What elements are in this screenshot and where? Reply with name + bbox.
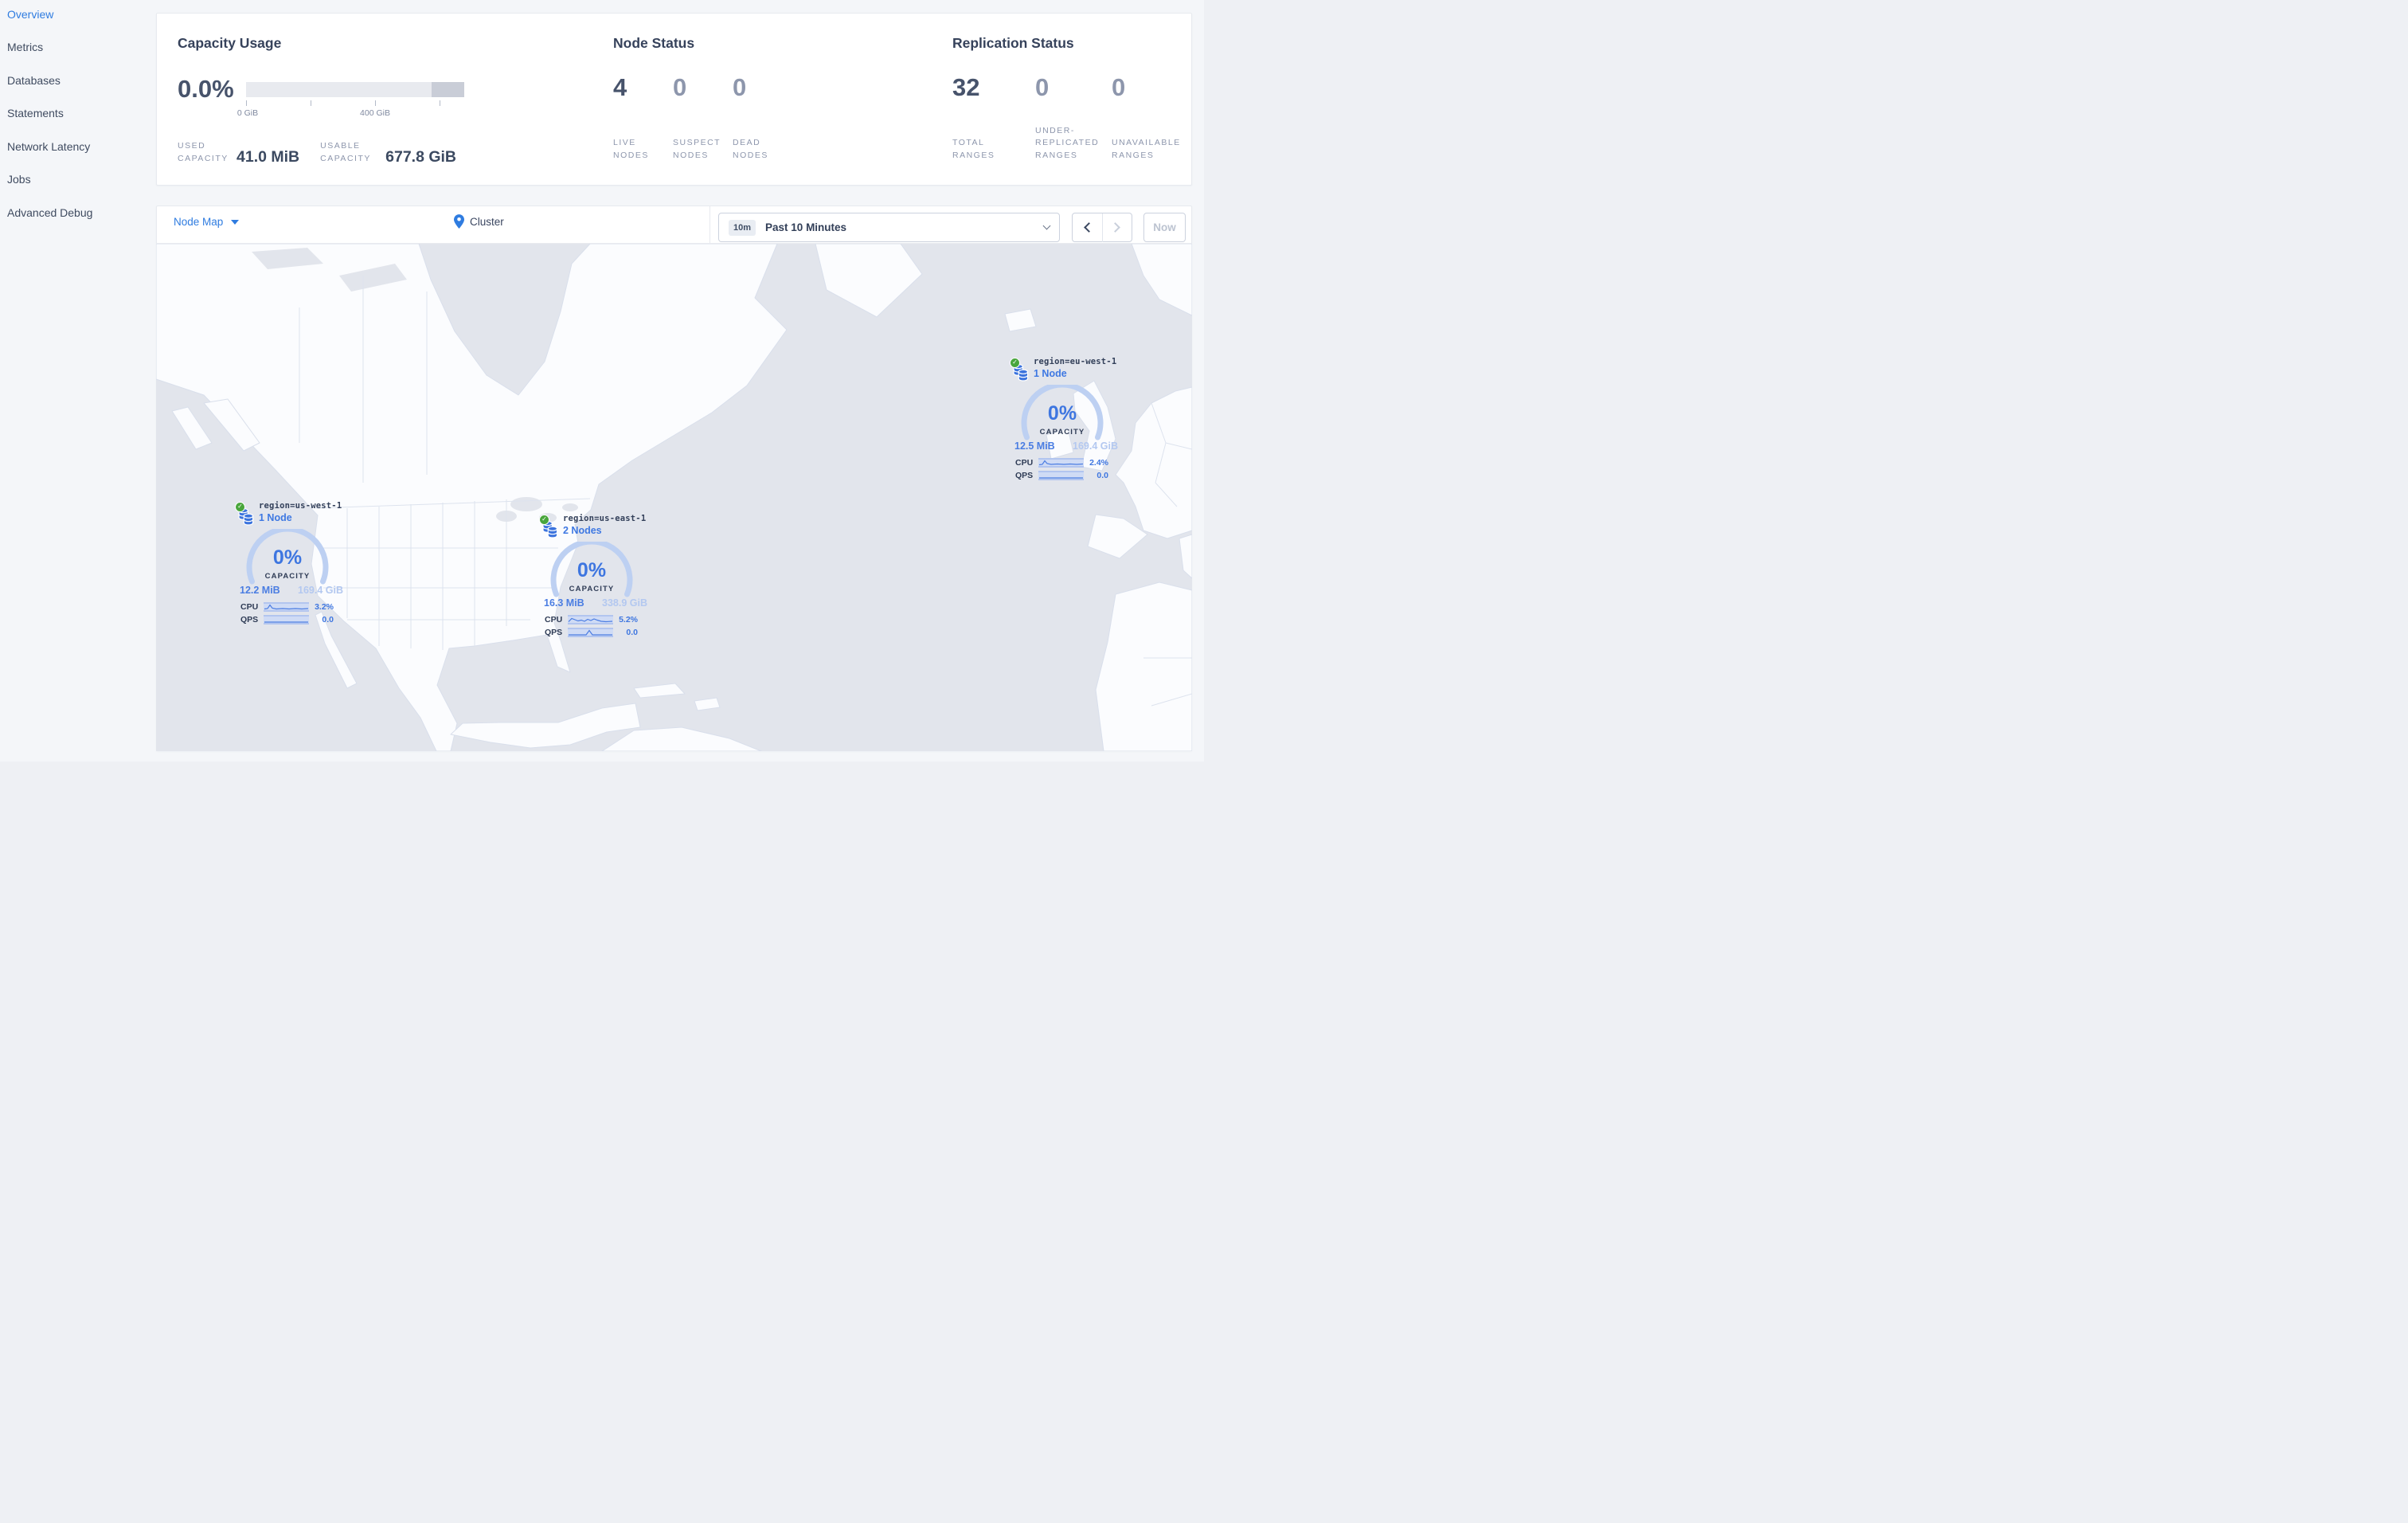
cockroachdb-admin-ui: Overview Metrics Databases Statements Ne… (0, 0, 1204, 762)
under-replicated-label: UNDER-REPLICATED RANGES (1035, 125, 1100, 160)
time-range-selector[interactable]: 10m Past 10 Minutes (718, 213, 1060, 242)
qps-value: 0.0 (322, 615, 334, 624)
check-circle-icon: ✓ (539, 515, 549, 525)
qps-value: 0.0 (626, 628, 638, 637)
sidebar-item-overview[interactable]: Overview (7, 8, 53, 21)
node-count-link[interactable]: 2 Nodes (563, 525, 602, 536)
capacity-stats: USED CAPACITY 41.0 MiB USABLE CAPACITY 6… (178, 140, 457, 166)
check-circle-icon: ✓ (1010, 358, 1020, 368)
node-region-link[interactable]: region=us-west-1 (259, 501, 342, 511)
map-great-lake (510, 497, 542, 511)
capacity-percent: 0.0% (178, 75, 234, 103)
live-nodes-label: LIVE NODES (613, 138, 649, 160)
step-back-button[interactable] (1073, 222, 1102, 233)
qps-label: QPS (240, 615, 259, 624)
step-forward-button[interactable] (1103, 222, 1132, 233)
qps-sparkline (264, 615, 309, 624)
node-capacity-percent: 0% (1047, 402, 1077, 425)
suspect-nodes-label: SUSPECT NODES (673, 138, 721, 160)
breadcrumb[interactable]: Cluster (454, 214, 504, 229)
view-selector-label: Node Map (174, 216, 224, 228)
node-region-link[interactable]: region=eu-west-1 (1034, 357, 1116, 366)
qps-sparkline (1038, 471, 1084, 480)
replication-status-title: Replication Status (952, 35, 1074, 51)
node-count-link[interactable]: 1 Node (259, 512, 292, 523)
capacity-bar (246, 82, 464, 97)
node-capacity-percent: 0% (272, 546, 303, 569)
node-usable-capacity: 338.9 GiB (602, 597, 647, 609)
world-map (156, 244, 1192, 751)
cpu-sparkline (1038, 458, 1084, 468)
node-used-capacity: 12.5 MiB (1014, 440, 1055, 452)
sidebar-item-metrics[interactable]: Metrics (7, 41, 43, 53)
node-usable-capacity: 169.4 GiB (1073, 440, 1118, 452)
cpu-value: 3.2% (315, 602, 334, 612)
live-nodes-value: 4 (613, 73, 627, 101)
total-ranges-label: TOTAL RANGES (952, 138, 995, 160)
capacity-bar-reserved-segment (431, 82, 464, 97)
node-usable-capacity: 169.4 GiB (298, 585, 343, 596)
map-pin-icon (454, 214, 464, 229)
total-ranges-value: 32 (952, 73, 980, 101)
now-button-label: Now (1153, 221, 1176, 233)
node-capacity-label: CAPACITY (264, 572, 311, 581)
node-capacity-label: CAPACITY (569, 585, 615, 593)
dead-nodes-label: DEAD NODES (733, 138, 768, 160)
time-step-control (1072, 213, 1132, 242)
sidebar-item-statements[interactable]: Statements (7, 107, 64, 119)
node-used-capacity: 12.2 MiB (240, 585, 280, 596)
sidebar-item-jobs[interactable]: Jobs (7, 173, 31, 186)
suspect-nodes-value: 0 (673, 73, 687, 101)
view-selector[interactable]: Node Map (174, 216, 240, 228)
sidebar-item-advanced-debug[interactable]: Advanced Debug (7, 206, 92, 219)
qps-label: QPS (1015, 471, 1034, 480)
usable-capacity-label: USABLE CAPACITY (320, 141, 371, 163)
node-status-title: Node Status (613, 35, 695, 51)
check-circle-icon: ✓ (235, 502, 245, 512)
used-capacity-label: USED CAPACITY (178, 141, 229, 163)
capacity-usage-title: Capacity Usage (178, 35, 282, 51)
cpu-value: 5.2% (619, 615, 638, 624)
node-region-link[interactable]: region=us-east-1 (563, 514, 646, 523)
node-used-capacity: 16.3 MiB (544, 597, 584, 609)
cpu-label: CPU (545, 615, 563, 624)
cpu-sparkline (264, 602, 309, 612)
node-count-link[interactable]: 1 Node (1034, 368, 1067, 379)
chevron-down-icon (1042, 221, 1051, 230)
map-node-us-east-1: ✓ region=us-east-1 2 Nodes 0% CAPACITY 1… (539, 514, 651, 640)
under-replicated-value: 0 (1035, 73, 1050, 101)
used-capacity-value: 41.0 MiB (236, 148, 300, 166)
cpu-label: CPU (240, 602, 259, 612)
qps-sparkline (568, 628, 613, 637)
caret-down-icon (231, 219, 240, 225)
node-capacity-percent: 0% (577, 559, 607, 581)
map-node-eu-west-1: ✓ region=eu-west-1 1 Node 0% CAPACITY 12… (1010, 357, 1121, 484)
time-range-label: Past 10 Minutes (765, 221, 847, 233)
time-range-badge: 10m (729, 219, 756, 236)
capacity-axis-start: 0 GiB (236, 108, 259, 118)
map-great-lake (562, 503, 578, 511)
node-capacity-label: CAPACITY (1039, 428, 1085, 437)
sidebar-item-network-latency[interactable]: Network Latency (7, 140, 90, 153)
cpu-sparkline (568, 615, 613, 624)
unavailable-ranges-value: 0 (1112, 73, 1126, 101)
breadcrumb-label: Cluster (470, 215, 504, 228)
qps-label: QPS (545, 628, 563, 637)
qps-value: 0.0 (1096, 471, 1108, 480)
now-button[interactable]: Now (1143, 213, 1186, 242)
cpu-value: 2.4% (1089, 458, 1108, 468)
dead-nodes-value: 0 (733, 73, 747, 101)
cpu-label: CPU (1015, 458, 1034, 468)
sidebar-item-databases[interactable]: Databases (7, 74, 61, 87)
unavailable-ranges-label: UNAVAILABLE RANGES (1112, 138, 1181, 160)
capacity-axis-mid: 400 GiB (360, 108, 390, 118)
sidebar: Overview Metrics Databases Statements Ne… (0, 0, 156, 762)
map-node-us-west-1: ✓ region=us-west-1 1 Node 0% CAPACITY 12… (235, 501, 346, 628)
usable-capacity-value: 677.8 GiB (385, 148, 457, 166)
